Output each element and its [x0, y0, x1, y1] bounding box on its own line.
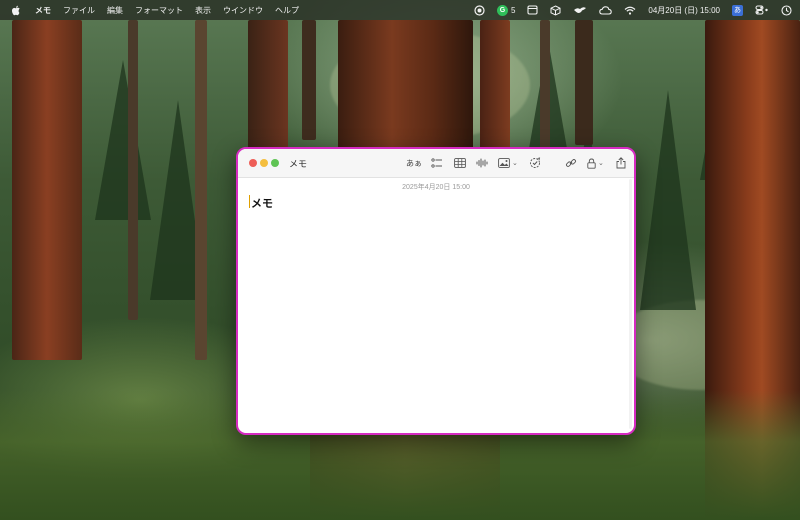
notes-window: メモ あぁ ⌄ ⌄ 2025年4月20日 15:00 メモ: [236, 147, 636, 435]
grammarly-icon: G: [496, 4, 508, 16]
cloud-icon[interactable]: [599, 5, 613, 15]
zoom-button[interactable]: [271, 159, 279, 167]
menu-file[interactable]: ファイル: [63, 5, 95, 16]
menu-help[interactable]: ヘルプ: [275, 5, 299, 16]
control-center-icon[interactable]: [755, 5, 769, 15]
audio-button[interactable]: [476, 155, 488, 171]
audio-icon: [476, 158, 488, 168]
share-button[interactable]: [616, 155, 626, 171]
scrollbar[interactable]: [629, 179, 632, 429]
link-button[interactable]: [565, 155, 577, 171]
lock-icon: [587, 158, 596, 169]
lock-button[interactable]: ⌄: [587, 155, 604, 171]
table-button[interactable]: [454, 155, 466, 171]
input-method-icon[interactable]: あ: [732, 4, 743, 16]
minimize-button[interactable]: [260, 159, 268, 167]
table-icon: [454, 158, 466, 168]
menu-edit[interactable]: 編集: [107, 5, 123, 16]
format-label: あぁ: [406, 158, 422, 168]
text-cursor: [249, 195, 250, 208]
menu-view[interactable]: 表示: [195, 5, 211, 16]
collaborate-icon: [530, 157, 541, 168]
menu-format[interactable]: フォーマット: [135, 5, 183, 16]
close-button[interactable]: [249, 159, 257, 167]
grammarly-status[interactable]: G 5: [496, 4, 516, 16]
menu-window[interactable]: ウインドウ: [223, 5, 263, 16]
chevron-down-icon: ⌄: [512, 159, 518, 167]
note-date: 2025年4月20日 15:00: [402, 184, 470, 191]
collaborate-button[interactable]: [529, 155, 541, 171]
menu-bar: メモ ファイル 編集 フォーマット 表示 ウインドウ ヘルプ G 5 04月20…: [0, 0, 800, 20]
share-icon: [616, 157, 626, 169]
grammarly-count: 5: [510, 5, 516, 15]
note-body-title[interactable]: メモ: [251, 195, 273, 211]
chevron-down-icon: ⌄: [598, 159, 604, 167]
menubar-clock[interactable]: 04月20日 (日) 15:00: [648, 5, 720, 16]
clock-icon[interactable]: [781, 4, 792, 16]
link-icon: [566, 159, 576, 167]
window-icon[interactable]: [527, 5, 538, 15]
apple-icon[interactable]: [11, 5, 21, 16]
window-title: メモ: [289, 159, 308, 169]
checklist-button[interactable]: [431, 155, 443, 171]
menu-app-name[interactable]: メモ: [35, 5, 51, 16]
format-button[interactable]: あぁ: [406, 155, 422, 171]
checklist-icon: [431, 157, 442, 168]
ime-label: あ: [732, 4, 743, 16]
cube-icon[interactable]: [550, 4, 561, 16]
media-icon: [498, 158, 510, 168]
bird-icon[interactable]: [573, 6, 587, 15]
media-button[interactable]: ⌄: [498, 155, 518, 171]
window-toolbar: メモ あぁ ⌄ ⌄: [238, 149, 634, 178]
wifi-icon[interactable]: [624, 6, 636, 15]
record-icon[interactable]: [474, 4, 485, 16]
